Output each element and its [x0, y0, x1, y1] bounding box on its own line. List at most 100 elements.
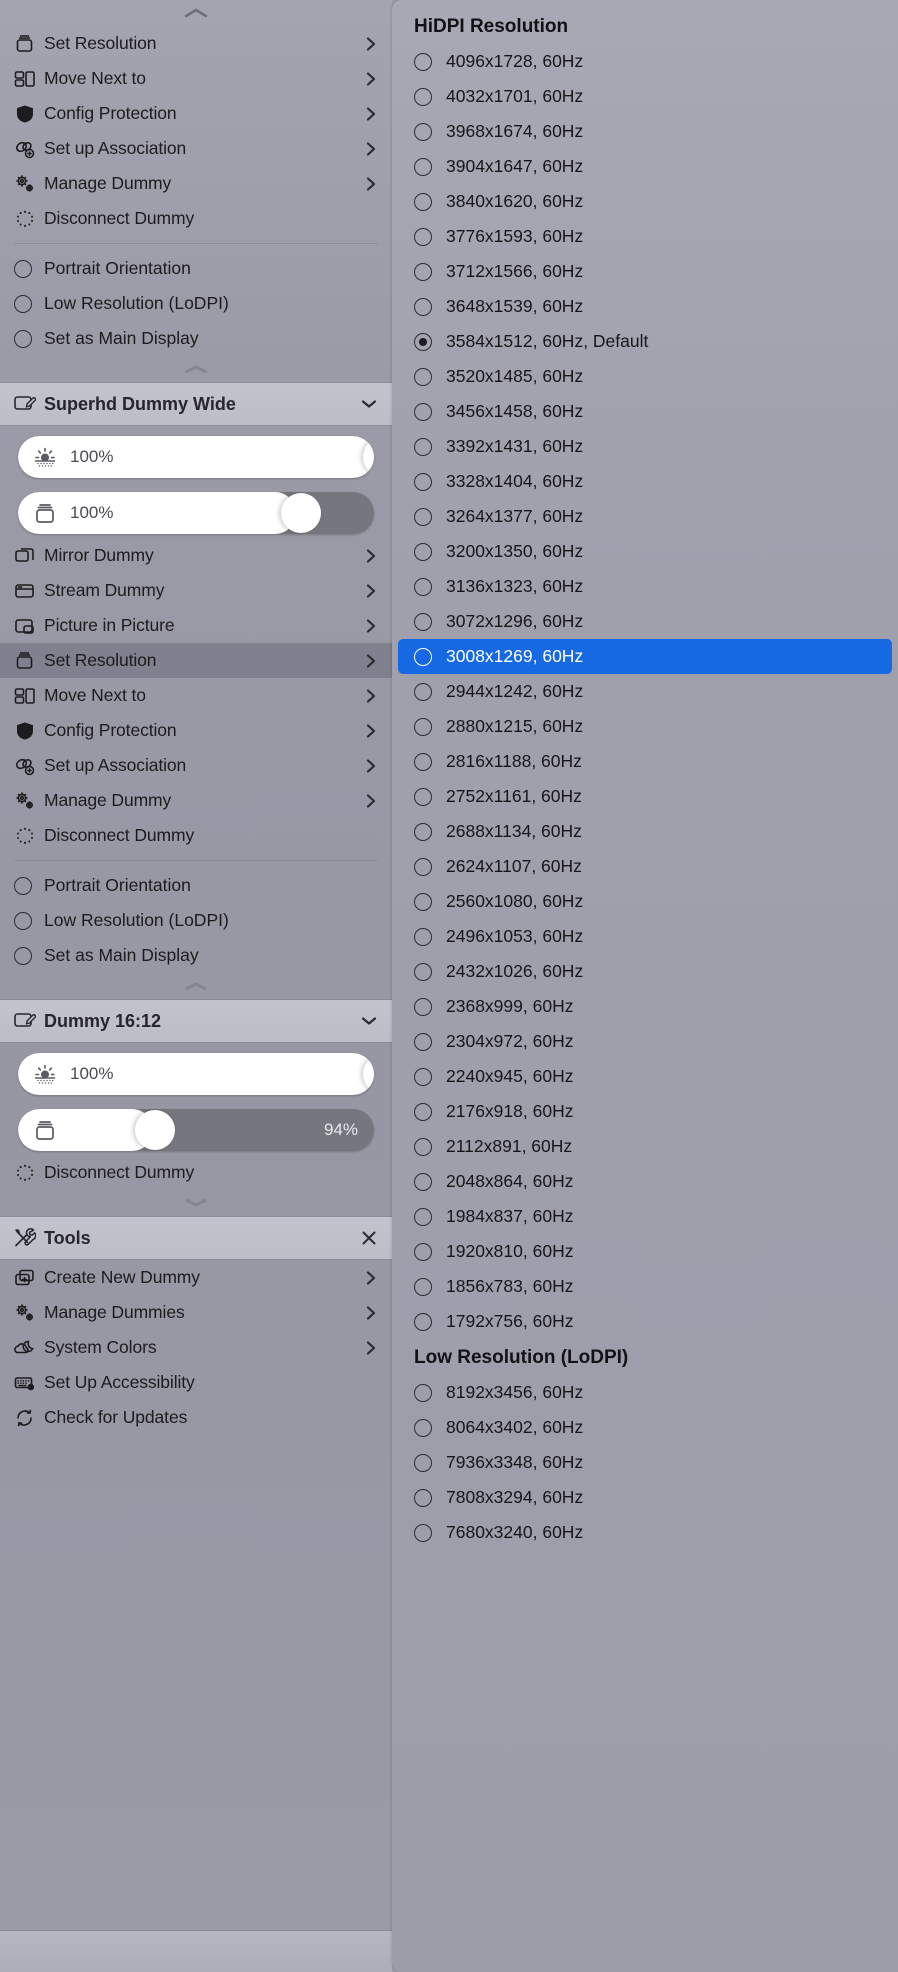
resolution-option[interactable]: 1984x837, 60Hz	[398, 1199, 892, 1234]
resolution-option[interactable]: 3200x1350, 60Hz	[398, 534, 892, 569]
toggle-low-resolution-lodpi-[interactable]: Low Resolution (LoDPI)	[0, 903, 392, 938]
resolution-group-title: HiDPI Resolution	[414, 16, 569, 37]
resolution-option[interactable]: 2112x891, 60Hz	[398, 1129, 892, 1164]
chevron-down-icon-superhd[interactable]	[360, 399, 378, 409]
resolution-option[interactable]: 4032x1701, 60Hz	[398, 79, 892, 114]
radio-circle-icon	[414, 997, 446, 1016]
menu-item-system-colors[interactable]: System Colors	[0, 1330, 392, 1365]
resolution-option[interactable]: 2176x918, 60Hz	[398, 1094, 892, 1129]
resolution-icon	[33, 501, 57, 525]
resolution-option[interactable]: 1920x810, 60Hz	[398, 1234, 892, 1269]
slider-resolution[interactable]: 94%	[18, 1109, 374, 1151]
slider-brightness[interactable]: 100%	[18, 1053, 374, 1095]
resolution-option[interactable]: 2496x1053, 60Hz	[398, 919, 892, 954]
resolution-option[interactable]: 3712x1566, 60Hz	[398, 254, 892, 289]
resolution-option[interactable]: 3584x1512, 60Hz, Default	[398, 324, 892, 359]
chevron-right-icon	[364, 793, 378, 809]
resolution-option[interactable]: 3904x1647, 60Hz	[398, 149, 892, 184]
slider-brightness[interactable]: 100%	[18, 436, 374, 478]
resolution-option[interactable]: 7680x3240, 60Hz	[398, 1515, 892, 1550]
chevron-right-icon	[364, 1270, 378, 1286]
section-header-dummy1612[interactable]: Dummy 16:12	[0, 999, 392, 1043]
radio-circle-icon	[414, 507, 446, 526]
resolution-option[interactable]: 2240x945, 60Hz	[398, 1059, 892, 1094]
menu-item-mirror-dummy[interactable]: Mirror Dummy	[0, 538, 392, 573]
resolution-option[interactable]: 2880x1215, 60Hz	[398, 709, 892, 744]
menu-item-create-new-dummy[interactable]: Create New Dummy	[0, 1260, 392, 1295]
resolution-option[interactable]: 2560x1080, 60Hz	[398, 884, 892, 919]
menu-item-set-resolution[interactable]: Set Resolution	[0, 26, 392, 61]
scroll-up-chevron-icon[interactable]	[0, 0, 392, 26]
toggle-portrait-orientation[interactable]: Portrait Orientation	[0, 868, 392, 903]
resolution-option[interactable]: 8064x3402, 60Hz	[398, 1410, 892, 1445]
menu-item-move-next-to[interactable]: Move Next to	[0, 678, 392, 713]
resolution-option[interactable]: 2432x1026, 60Hz	[398, 954, 892, 989]
resolution-option[interactable]: 2048x864, 60Hz	[398, 1164, 892, 1199]
resolution-label: 3008x1269, 60Hz	[446, 646, 584, 666]
radio-circle-icon	[414, 1523, 446, 1542]
toggle-portrait-orientation[interactable]: Portrait Orientation	[0, 251, 392, 286]
resolution-option[interactable]: 8192x3456, 60Hz	[398, 1375, 892, 1410]
resolution-option[interactable]: 3520x1485, 60Hz	[398, 359, 892, 394]
radio-circle-icon	[414, 157, 446, 176]
resolution-option[interactable]: 3968x1674, 60Hz	[398, 114, 892, 149]
menu-item-config-protection[interactable]: Config Protection	[0, 96, 392, 131]
resolution-label: 3776x1593, 60Hz	[446, 226, 584, 246]
resolution-option[interactable]: 3136x1323, 60Hz	[398, 569, 892, 604]
menu-item-check-for-updates[interactable]: Check for Updates	[0, 1400, 392, 1435]
menu-item-set-up-association[interactable]: Set up Association	[0, 131, 392, 166]
menu-item-picture-in-picture[interactable]: Picture in Picture	[0, 608, 392, 643]
resolution-option[interactable]: 1856x783, 60Hz	[398, 1269, 892, 1304]
resolution-option[interactable]: 1792x756, 60Hz	[398, 1304, 892, 1339]
section-header-tools[interactable]: Tools	[0, 1216, 392, 1260]
resolution-option[interactable]: 3776x1593, 60Hz	[398, 219, 892, 254]
menu-item-disconnect-dummy[interactable]: Disconnect Dummy	[0, 1155, 392, 1190]
toggle-set-as-main-display[interactable]: Set as Main Display	[0, 321, 392, 356]
radio-circle-icon	[414, 192, 446, 211]
toggle-low-resolution-lodpi-[interactable]: Low Resolution (LoDPI)	[0, 286, 392, 321]
radio-circle-icon	[414, 297, 446, 316]
resolution-option[interactable]: 3392x1431, 60Hz	[398, 429, 892, 464]
resolution-option[interactable]: 3264x1377, 60Hz	[398, 499, 892, 534]
menu-item-manage-dummy[interactable]: Manage Dummy	[0, 166, 392, 201]
resolution-option[interactable]: 3648x1539, 60Hz	[398, 289, 892, 324]
menu-item-set-resolution[interactable]: Set Resolution	[0, 643, 392, 678]
menu-item-disconnect-dummy[interactable]: Disconnect Dummy	[0, 201, 392, 236]
section-header-superhd[interactable]: Superhd Dummy Wide	[0, 382, 392, 426]
radio-circle-icon	[414, 892, 446, 911]
collapse-chevron-icon-2[interactable]	[0, 973, 392, 999]
resolution-option[interactable]: 2624x1107, 60Hz	[398, 849, 892, 884]
slider-resolution[interactable]: 100%	[18, 492, 374, 534]
resolution-option[interactable]: 2816x1188, 60Hz	[398, 744, 892, 779]
resolution-option[interactable]: 2688x1134, 60Hz	[398, 814, 892, 849]
close-icon[interactable]	[360, 1229, 378, 1247]
resolution-label: 2944x1242, 60Hz	[446, 681, 584, 701]
resolution-label: 4096x1728, 60Hz	[446, 51, 584, 71]
resolution-option[interactable]: 2944x1242, 60Hz	[398, 674, 892, 709]
radio-circle-icon	[414, 1207, 446, 1226]
resolution-option[interactable]: 3456x1458, 60Hz	[398, 394, 892, 429]
resolution-option[interactable]: 7808x3294, 60Hz	[398, 1480, 892, 1515]
toggle-set-as-main-display[interactable]: Set as Main Display	[0, 938, 392, 973]
chevron-down-icon-dummy1612[interactable]	[360, 1016, 378, 1026]
menu-item-stream-dummy[interactable]: Stream Dummy	[0, 573, 392, 608]
resolution-option[interactable]: 2368x999, 60Hz	[398, 989, 892, 1024]
menu-item-manage-dummy[interactable]: Manage Dummy	[0, 783, 392, 818]
resolution-option[interactable]: 3840x1620, 60Hz	[398, 184, 892, 219]
resolution-option[interactable]: 2304x972, 60Hz	[398, 1024, 892, 1059]
resolution-option[interactable]: 7936x3348, 60Hz	[398, 1445, 892, 1480]
menu-item-manage-dummies[interactable]: Manage Dummies	[0, 1295, 392, 1330]
resolution-option[interactable]: 3008x1269, 60Hz	[398, 639, 892, 674]
menu-item-set-up-accessibility[interactable]: Set Up Accessibility	[0, 1365, 392, 1400]
menu-item-move-next-to[interactable]: Move Next to	[0, 61, 392, 96]
menu-item-set-up-association[interactable]: Set up Association	[0, 748, 392, 783]
resolution-option[interactable]: 3072x1296, 60Hz	[398, 604, 892, 639]
resolution-option[interactable]: 3328x1404, 60Hz	[398, 464, 892, 499]
menu-item-disconnect-dummy[interactable]: Disconnect Dummy	[0, 818, 392, 853]
resolution-option[interactable]: 2752x1161, 60Hz	[398, 779, 892, 814]
collapse-chevron-icon-1[interactable]	[0, 356, 392, 382]
expand-chevron-icon-3[interactable]	[0, 1190, 392, 1216]
menu-item-config-protection[interactable]: Config Protection	[0, 713, 392, 748]
resolution-label: 7808x3294, 60Hz	[446, 1487, 584, 1507]
resolution-option[interactable]: 4096x1728, 60Hz	[398, 44, 892, 79]
